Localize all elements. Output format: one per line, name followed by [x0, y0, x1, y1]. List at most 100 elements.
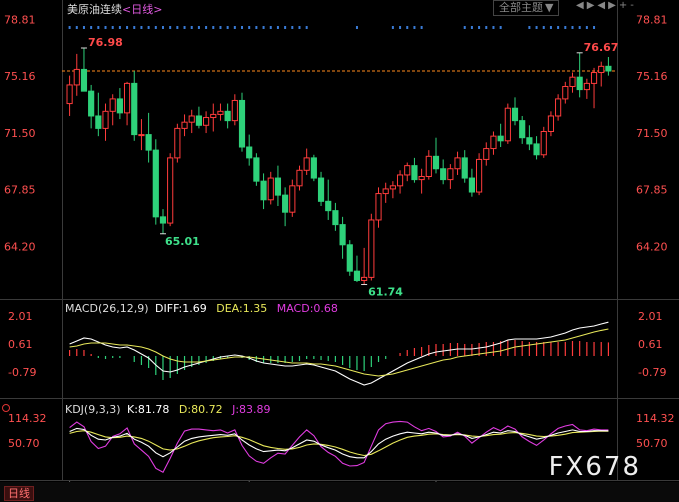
candle-body: [533, 143, 540, 156]
instrument-title[interactable]: 美原油连续<日线>: [67, 1, 162, 17]
candle-body: [454, 157, 461, 170]
candle-body: [382, 188, 389, 195]
prev-icon[interactable]: ◀: [597, 0, 608, 11]
event-marker: [585, 26, 588, 29]
macd-tick-right: 2.01: [638, 310, 663, 323]
event-marker: [262, 26, 265, 29]
candle-body: [598, 65, 605, 74]
candle-body: [95, 115, 102, 129]
candle-body: [159, 216, 167, 224]
candle: [468, 168, 475, 197]
y-tick-left: 75.16: [4, 70, 36, 83]
theme-select-button[interactable]: 全部主题 ▼: [493, 0, 560, 16]
candle-body: [576, 76, 583, 91]
event-marker: [420, 26, 423, 29]
event-marker: [485, 26, 488, 29]
zoom-out-icon[interactable]: -: [630, 0, 637, 11]
candle: [425, 150, 432, 180]
candle: [432, 137, 440, 174]
scroll-left-icon[interactable]: ◀: [576, 0, 587, 11]
candle: [447, 164, 454, 189]
candle: [88, 84, 95, 129]
candle-body: [116, 98, 123, 114]
candlestick-panel[interactable]: 76.98 65.01 61.74 76.67: [62, 26, 618, 299]
macd-tick-right: -0.79: [638, 366, 666, 379]
candle: [217, 103, 224, 121]
candle: [195, 106, 202, 129]
candle: [159, 209, 167, 234]
scroll-right-icon[interactable]: ▶: [587, 0, 598, 11]
candle: [325, 179, 332, 220]
candle: [167, 153, 174, 227]
candle-body: [605, 65, 612, 72]
event-marker: [578, 26, 581, 29]
candle: [382, 182, 389, 203]
event-marker: [183, 26, 186, 29]
candle-body: [80, 68, 88, 92]
zoom-in-icon[interactable]: +: [619, 0, 630, 11]
candle-body: [152, 149, 159, 218]
candle: [440, 159, 447, 185]
event-marker: [593, 26, 596, 29]
next-icon[interactable]: ▶: [608, 0, 619, 11]
candle-body: [468, 177, 475, 193]
event-marker: [169, 26, 172, 29]
kdj-tick-left: 50.70: [8, 437, 40, 450]
candle: [598, 61, 605, 87]
indicator-dot-icon[interactable]: [2, 404, 10, 412]
candle-body: [188, 115, 195, 123]
nav-button-group[interactable]: ◀▶◀▶+-: [576, 0, 637, 11]
candle-body: [396, 174, 404, 187]
candle-body: [310, 157, 317, 179]
candle: [511, 97, 519, 126]
candle: [152, 139, 159, 225]
candle-body: [511, 107, 519, 122]
candle-body: [332, 210, 339, 226]
candle-body: [131, 82, 138, 136]
candle-body: [238, 99, 246, 148]
k-line: [69, 427, 609, 459]
macd-diff-value: DIFF:1.69: [155, 302, 207, 315]
candle-body: [497, 135, 504, 142]
event-marker: [276, 26, 279, 29]
event-marker: [549, 26, 552, 29]
candle-body: [569, 76, 576, 87]
event-marker: [212, 26, 215, 29]
event-marker: [399, 26, 402, 29]
event-marker: [255, 26, 258, 29]
event-marker: [147, 26, 150, 29]
macd-panel[interactable]: [68, 321, 610, 386]
event-marker: [75, 26, 78, 29]
event-marker: [68, 26, 71, 29]
candle: [203, 111, 210, 134]
period-tag[interactable]: <日线>: [122, 3, 162, 16]
candle: [123, 81, 131, 126]
candle: [332, 202, 339, 231]
chart-canvas[interactable]: 76.98 65.01 61.74 76.67 78.81 78.81 75.16 75.1…: [0, 0, 679, 502]
y-tick-left: 67.85: [4, 184, 36, 197]
candle: [289, 179, 296, 217]
kdj-tick-right: 114.32: [636, 412, 675, 425]
event-marker: [355, 26, 358, 29]
event-marker: [571, 26, 574, 29]
macd-tick-left: 2.01: [8, 310, 33, 323]
diff-line: [69, 321, 609, 386]
candle-body: [425, 155, 432, 178]
candle: [224, 103, 231, 129]
period-button[interactable]: 日线: [4, 486, 34, 501]
candle-body: [145, 134, 152, 151]
candle-body: [181, 121, 188, 129]
candle: [246, 134, 253, 166]
candle-body: [440, 168, 447, 181]
event-marker: [154, 26, 157, 29]
candle: [476, 153, 483, 196]
kdj-panel[interactable]: [69, 420, 609, 473]
candle: [396, 170, 404, 194]
kdj-params: KDJ(9,3,3): [65, 403, 121, 416]
candle-body: [296, 169, 303, 187]
candle: [131, 70, 138, 141]
event-marker: [391, 26, 394, 29]
candle-body: [210, 113, 217, 119]
candle: [253, 153, 260, 186]
candle-body: [361, 276, 368, 281]
